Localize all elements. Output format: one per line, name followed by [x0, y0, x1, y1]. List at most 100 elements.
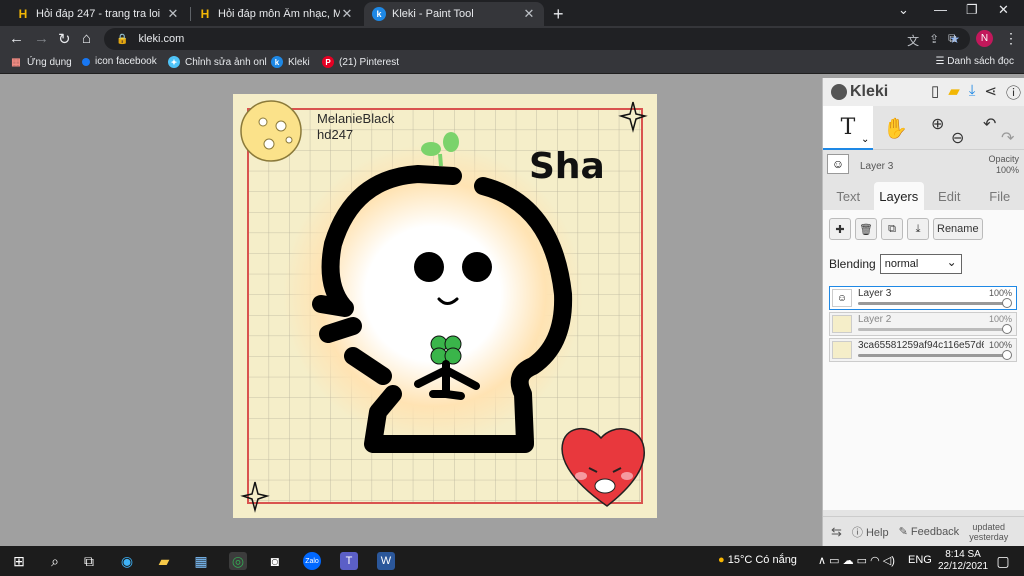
task-view-icon[interactable]: ⧉: [80, 552, 98, 570]
tab-text[interactable]: Text: [823, 182, 874, 210]
opacity-value[interactable]: 100%: [988, 165, 1019, 176]
reload-icon[interactable]: ↻: [58, 30, 71, 48]
rename-layer-button[interactable]: Rename: [933, 218, 983, 240]
layer-name: Layer 3: [858, 288, 892, 299]
bookmark-apps[interactable]: ▦ Ứng dụng: [10, 56, 71, 68]
layer-item-background[interactable]: 3ca65581259af94c116e57d6 100%: [829, 338, 1017, 362]
minimize-icon[interactable]: —: [934, 2, 947, 17]
tab-layers[interactable]: Layers: [873, 182, 924, 210]
layer-thumbnail: [832, 341, 852, 359]
bookmark-label: Kleki: [288, 56, 310, 68]
edge-icon[interactable]: ◉: [118, 552, 136, 570]
help-icon[interactable]: ⓘ: [1006, 82, 1021, 103]
zoom-out-icon[interactable]: ⊖: [951, 128, 964, 148]
bookmark-label: (21) Pinterest: [339, 56, 400, 68]
bookmark-pinterest[interactable]: P (21) Pinterest: [322, 56, 399, 68]
add-layer-button[interactable]: ✚: [829, 218, 851, 240]
network-icon[interactable]: ▭: [829, 555, 839, 567]
volume-icon[interactable]: ◁): [883, 555, 895, 567]
right-eye: [462, 252, 492, 282]
extensions-icon[interactable]: ⧉: [948, 31, 957, 46]
translate-icon[interactable]: 文: [907, 32, 919, 49]
new-tab-button[interactable]: +: [553, 4, 564, 25]
left-eye: [414, 252, 444, 282]
layer-opacity-slider[interactable]: [858, 328, 1006, 331]
search-icon[interactable]: ⌕: [46, 552, 64, 570]
chrome-icon[interactable]: ◎: [229, 552, 247, 570]
tab-file[interactable]: File: [975, 182, 1024, 210]
tab-hoidap247[interactable]: H Hỏi đáp 247 - trang tra loi ✕: [8, 2, 188, 26]
updated-note[interactable]: updated yesterday: [969, 522, 1008, 542]
close-icon[interactable]: ✕: [166, 6, 180, 22]
delete-layer-button[interactable]: 🗑: [855, 218, 877, 240]
tray-icons[interactable]: ∧ ▭ ☁ ▭ ◠ ◁): [818, 554, 895, 567]
hand-tool-icon[interactable]: ✋: [883, 116, 908, 141]
restore-icon[interactable]: ❐: [966, 2, 978, 18]
home-icon[interactable]: ⌂: [82, 30, 91, 47]
cloud-icon[interactable]: ☁: [843, 555, 854, 567]
zoom-in-icon[interactable]: ⊕: [931, 114, 944, 134]
zalo-icon[interactable]: Zalo: [303, 552, 321, 570]
layer-opacity-slider[interactable]: [858, 302, 1006, 305]
undo-icon[interactable]: ↶: [983, 114, 996, 134]
redo-icon[interactable]: ↷: [1001, 128, 1014, 148]
url-text: kleki.com: [138, 33, 185, 45]
back-arrow-icon[interactable]: ←: [9, 30, 24, 47]
updated-line2: yesterday: [969, 531, 1009, 542]
system-clock[interactable]: 8:14 SA 22/12/2021: [938, 549, 988, 573]
drawing-canvas[interactable]: MelanieBlack hd247 Sha: [233, 94, 657, 518]
layer-opacity-slider[interactable]: [858, 354, 1006, 357]
download-icon[interactable]: ⤓: [969, 82, 976, 103]
store-icon[interactable]: ▦: [192, 552, 210, 570]
open-folder-icon[interactable]: ▰: [948, 82, 960, 103]
slider-handle[interactable]: [1002, 324, 1012, 334]
share-icon[interactable]: ⇪: [929, 32, 939, 49]
language-indicator[interactable]: ENG: [908, 554, 932, 566]
bookmark-photo-editor[interactable]: ✦ Chỉnh sửa ảnh onl: [168, 56, 267, 68]
layer-opacity: 100%: [988, 314, 1012, 324]
camera-icon[interactable]: ◙: [266, 552, 284, 570]
close-icon[interactable]: ✕: [522, 6, 536, 22]
bookmark-icon-facebook[interactable]: icon facebook: [82, 56, 157, 67]
window-close-icon[interactable]: ✕: [998, 2, 1009, 18]
tab-edit[interactable]: Edit: [924, 182, 975, 210]
chevron-up-icon[interactable]: ∧: [818, 555, 826, 567]
more-menu-icon[interactable]: ⋮: [1004, 30, 1018, 47]
teams-icon[interactable]: T: [340, 552, 358, 570]
layer-item-layer-3[interactable]: ☺ Layer 3 100%: [829, 286, 1017, 310]
help-link[interactable]: ⓘ Help: [852, 524, 889, 540]
feedback-label: Feedback: [910, 526, 960, 538]
file-explorer-icon[interactable]: ▰: [155, 552, 173, 570]
new-image-icon[interactable]: ▯: [931, 82, 939, 103]
layer-item-layer-2[interactable]: Layer 2 100%: [829, 312, 1017, 336]
slider-handle[interactable]: [1002, 350, 1012, 360]
swap-sides-icon[interactable]: ⇆: [831, 524, 842, 540]
profile-avatar[interactable]: N: [976, 30, 993, 47]
duplicate-layer-button[interactable]: ⧉: [881, 218, 903, 240]
windows-start-icon[interactable]: ⊞: [10, 552, 28, 570]
wifi-icon[interactable]: ◠: [870, 555, 880, 567]
address-bar[interactable]: 🔒 kleki.com 文 ⇪ ★: [104, 28, 970, 50]
share-icon[interactable]: ⋖: [984, 82, 997, 103]
opacity-label: Opacity: [988, 154, 1019, 164]
facebook-icon: [82, 57, 90, 66]
weather-widget[interactable]: ● 15°C Có nắng: [718, 554, 797, 566]
tab-search-icon[interactable]: ⌄: [898, 2, 909, 18]
slider-handle[interactable]: [1002, 298, 1012, 308]
feedback-link[interactable]: ✎ Feedback: [899, 525, 960, 538]
layer-thumbnail: [832, 315, 852, 333]
tab-hoidap-amnhac[interactable]: H Hỏi đáp môn Âm nhạc, Mỹ thuật ✕: [190, 2, 362, 26]
bookmarks-bar: ▦ Ứng dụng icon facebook ✦ Chỉnh sửa ảnh…: [0, 52, 1024, 74]
bookmark-kleki[interactable]: k Kleki: [271, 56, 310, 68]
chevron-down-icon[interactable]: ⌄: [861, 134, 869, 145]
blending-select[interactable]: normal: [879, 254, 962, 274]
notification-icon[interactable]: ▢: [994, 552, 1012, 570]
tab-kleki[interactable]: k Kleki - Paint Tool ✕: [364, 2, 544, 26]
close-icon[interactable]: ✕: [340, 6, 354, 22]
forward-arrow-icon[interactable]: →: [34, 30, 49, 47]
word-icon[interactable]: W: [377, 552, 395, 570]
lock-icon[interactable]: 🔒: [116, 34, 128, 45]
display-icon[interactable]: ▭: [857, 555, 867, 567]
reading-list-button[interactable]: ☰ Danh sách đọc: [936, 56, 1014, 67]
merge-layer-button[interactable]: ⤓: [907, 218, 929, 240]
